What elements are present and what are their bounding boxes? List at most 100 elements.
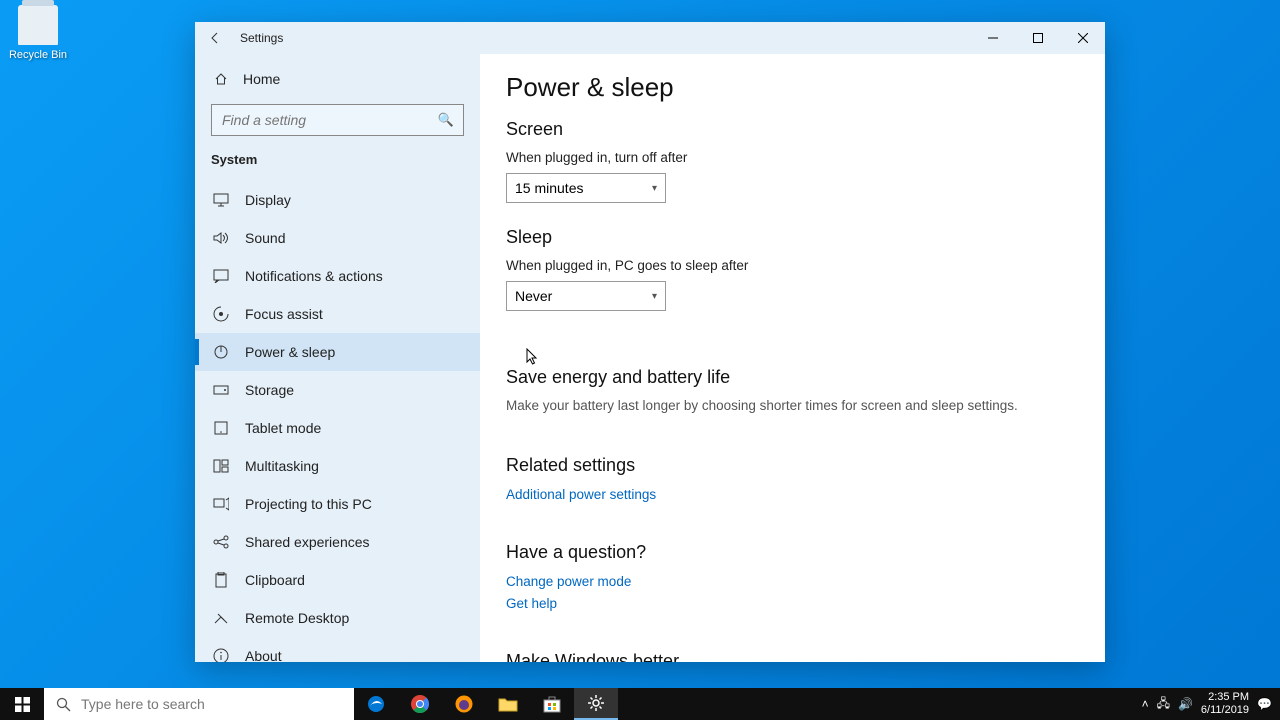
edge-icon <box>366 694 386 714</box>
sidebar: Home 🔍 System DisplaySoundNotifications … <box>195 54 480 662</box>
sidebar-item-storage[interactable]: Storage <box>195 371 480 409</box>
volume-icon[interactable]: 🔊 <box>1178 697 1193 711</box>
sidebar-item-label: Focus assist <box>245 306 323 322</box>
sidebar-item-focus-assist[interactable]: Focus assist <box>195 295 480 333</box>
storage-icon <box>213 382 229 398</box>
additional-power-settings-link[interactable]: Additional power settings <box>506 487 656 502</box>
remote-icon <box>213 610 229 626</box>
window-title: Settings <box>240 31 283 45</box>
settings-window: Settings Home 🔍 System DisplaySoundNotif… <box>195 22 1105 662</box>
settings-taskbar-button[interactable] <box>574 688 618 720</box>
recycle-bin-icon <box>18 5 58 45</box>
sound-icon <box>213 230 229 246</box>
clock-time: 2:35 PM <box>1201 691 1249 704</box>
energy-desc: Make your battery last longer by choosin… <box>506 398 1079 413</box>
change-power-mode-link[interactable]: Change power mode <box>506 574 631 589</box>
folder-icon <box>498 695 518 713</box>
feedback-heading: Make Windows better <box>506 651 1079 662</box>
screen-turnoff-dropdown[interactable]: 15 minutes ▾ <box>506 173 666 203</box>
windows-logo-icon <box>15 697 30 712</box>
sidebar-item-label: About <box>245 648 282 662</box>
screen-turnoff-label: When plugged in, turn off after <box>506 150 1079 165</box>
sidebar-item-label: Shared experiences <box>245 534 370 550</box>
screen-turnoff-value: 15 minutes <box>515 180 583 196</box>
sidebar-item-tablet-mode[interactable]: Tablet mode <box>195 409 480 447</box>
maximize-button[interactable] <box>1015 22 1060 54</box>
sleep-heading: Sleep <box>506 227 1079 248</box>
system-tray: ˄ 🖧 🔊 2:35 PM 6/11/2019 💬 <box>1134 688 1280 720</box>
sleep-after-dropdown[interactable]: Never ▾ <box>506 281 666 311</box>
store-taskbar-button[interactable] <box>530 688 574 720</box>
sleep-after-label: When plugged in, PC goes to sleep after <box>506 258 1079 273</box>
sidebar-item-label: Tablet mode <box>245 420 321 436</box>
page-title: Power & sleep <box>506 72 1079 103</box>
taskbar-search[interactable]: Type here to search <box>44 688 354 720</box>
category-heading: System <box>195 146 480 181</box>
energy-heading: Save energy and battery life <box>506 367 1079 388</box>
sidebar-item-remote-desktop[interactable]: Remote Desktop <box>195 599 480 637</box>
focus-assist-icon <box>213 306 229 322</box>
main-panel: Power & sleep Screen When plugged in, tu… <box>480 54 1105 662</box>
gear-icon <box>587 694 605 712</box>
clipboard-icon <box>213 572 229 588</box>
about-icon <box>213 648 229 662</box>
sleep-after-value: Never <box>515 288 552 304</box>
tablet-icon <box>213 420 229 436</box>
sidebar-item-label: Storage <box>245 382 294 398</box>
power-icon <box>213 344 229 360</box>
sidebar-item-about[interactable]: About <box>195 637 480 662</box>
home-nav[interactable]: Home <box>195 60 480 98</box>
taskbar-search-placeholder: Type here to search <box>81 696 205 712</box>
notifications-tray-icon[interactable]: 💬 <box>1257 697 1272 711</box>
sidebar-item-label: Remote Desktop <box>245 610 349 626</box>
sidebar-item-sound[interactable]: Sound <box>195 219 480 257</box>
taskbar: Type here to search ˄ 🖧 🔊 2:35 PM 6/11/2… <box>0 688 1280 720</box>
sidebar-item-label: Projecting to this PC <box>245 496 372 512</box>
sidebar-item-label: Multitasking <box>245 458 319 474</box>
sidebar-item-display[interactable]: Display <box>195 181 480 219</box>
sidebar-item-label: Notifications & actions <box>245 268 383 284</box>
clock[interactable]: 2:35 PM 6/11/2019 <box>1201 691 1249 717</box>
search-icon <box>56 697 71 712</box>
start-button[interactable] <box>0 688 44 720</box>
chrome-taskbar-button[interactable] <box>398 688 442 720</box>
search-input[interactable] <box>211 104 464 136</box>
home-label: Home <box>243 71 280 87</box>
nav-list: Display Sound Notifications & actions Focus… <box>195 181 480 662</box>
explorer-taskbar-button[interactable] <box>486 688 530 720</box>
store-icon <box>542 694 562 714</box>
network-icon[interactable]: 🖧 <box>1157 694 1170 715</box>
firefox-icon <box>454 694 474 714</box>
sidebar-item-multitasking[interactable]: Multitasking <box>195 447 480 485</box>
sidebar-item-projecting-to-this-pc[interactable]: Projecting to this PC <box>195 485 480 523</box>
chevron-down-icon: ▾ <box>652 183 657 194</box>
notifications-icon <box>213 268 229 284</box>
sidebar-item-label: Sound <box>245 230 285 246</box>
close-button[interactable] <box>1060 22 1105 54</box>
edge-taskbar-button[interactable] <box>354 688 398 720</box>
screen-heading: Screen <box>506 119 1079 140</box>
recycle-bin-label: Recycle Bin <box>8 49 68 61</box>
sidebar-item-label: Power & sleep <box>245 344 335 360</box>
display-icon <box>213 192 229 208</box>
sidebar-item-label: Clipboard <box>245 572 305 588</box>
sidebar-item-notifications-actions[interactable]: Notifications & actions <box>195 257 480 295</box>
multitasking-icon <box>213 458 229 474</box>
home-icon <box>213 71 229 87</box>
titlebar: Settings <box>195 22 1105 54</box>
question-heading: Have a question? <box>506 542 1079 563</box>
sidebar-item-power-sleep[interactable]: Power & sleep <box>195 333 480 371</box>
minimize-button[interactable] <box>970 22 1015 54</box>
recycle-bin[interactable]: Recycle Bin <box>8 5 68 61</box>
shared-icon <box>213 534 229 550</box>
tray-chevron-icon[interactable]: ˄ <box>1142 697 1149 711</box>
get-help-link[interactable]: Get help <box>506 596 557 611</box>
related-heading: Related settings <box>506 455 1079 476</box>
sidebar-item-clipboard[interactable]: Clipboard <box>195 561 480 599</box>
clock-date: 6/11/2019 <box>1201 704 1249 717</box>
firefox-taskbar-button[interactable] <box>442 688 486 720</box>
chevron-down-icon: ▾ <box>652 291 657 302</box>
back-button[interactable] <box>195 22 235 54</box>
sidebar-item-label: Display <box>245 192 291 208</box>
sidebar-item-shared-experiences[interactable]: Shared experiences <box>195 523 480 561</box>
